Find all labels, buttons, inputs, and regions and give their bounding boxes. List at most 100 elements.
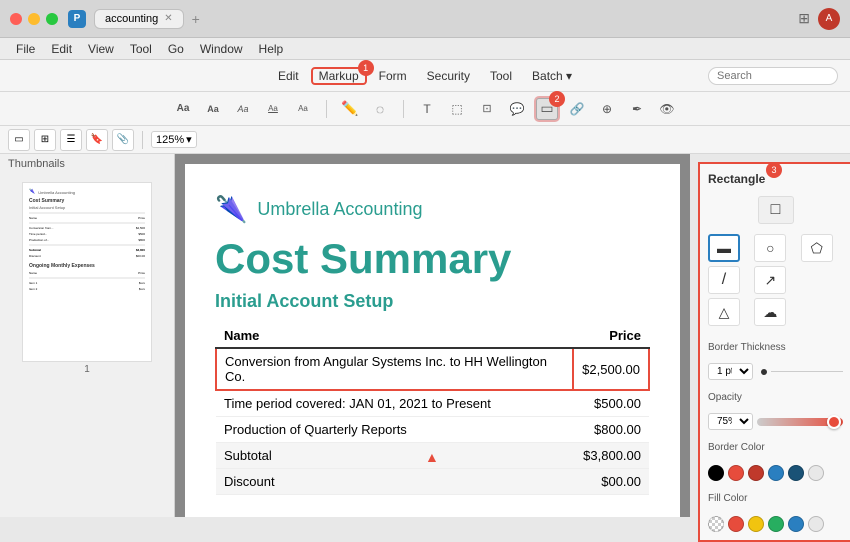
menu-security-btn[interactable]: Security	[419, 67, 478, 85]
icon-toolbar: Aa Aa Aa Aa Aa ✏️ ◌ T ⬚ ⊡ 💬 ▭ 2 🔗 ⊕ ✒ 👁	[0, 92, 850, 126]
border-color-red2[interactable]	[748, 465, 764, 481]
discount-value: $00.00	[573, 469, 649, 495]
menu-view[interactable]: View	[80, 40, 122, 58]
discount-row: Discount $00.00	[216, 469, 649, 495]
font-aa-5[interactable]: Aa	[292, 98, 314, 120]
shape-empty-rect[interactable]: □	[758, 196, 794, 224]
minimize-button[interactable]	[28, 13, 40, 25]
font-aa-2[interactable]: Aa	[202, 98, 224, 120]
sign-icon[interactable]: ✒	[626, 98, 648, 120]
menu-tool[interactable]: Tool	[122, 40, 160, 58]
markup-badge: 1	[358, 60, 374, 76]
fill-color-transparent[interactable]	[708, 516, 724, 532]
menu-file[interactable]: File	[8, 40, 43, 58]
border-color-red1[interactable]	[728, 465, 744, 481]
menu-go[interactable]: Go	[160, 40, 192, 58]
view-thumbnail-btn[interactable]: ☰	[60, 129, 82, 151]
opacity-slider[interactable]	[757, 418, 843, 426]
shape-arrow[interactable]: ↗	[754, 266, 786, 294]
shape-cloud[interactable]: ☁	[754, 298, 786, 326]
avatar[interactable]: A	[818, 8, 840, 30]
stamp-icon[interactable]: ⊕	[596, 98, 618, 120]
border-color-light[interactable]	[808, 465, 824, 481]
menu-window[interactable]: Window	[192, 40, 251, 58]
comment-icon[interactable]: 💬	[506, 98, 528, 120]
eye-icon[interactable]: 👁	[656, 98, 678, 120]
thickness-row: 1 pt 2 pt 3 pt	[708, 363, 843, 380]
fill-color-yellow[interactable]	[748, 516, 764, 532]
fill-color-label: Fill Color	[708, 493, 843, 504]
shape-line[interactable]: /	[708, 266, 740, 294]
discount-label: Discount	[216, 469, 573, 495]
menu-edit-btn[interactable]: Edit	[270, 67, 307, 85]
pdf-company: Umbrella Accounting	[257, 199, 422, 220]
row-2-price: $500.00	[573, 390, 649, 417]
table-row: Production of Quarterly Reports $800.00	[216, 417, 649, 443]
fill-color-light[interactable]	[808, 516, 824, 532]
row-3-name: Production of Quarterly Reports	[216, 417, 573, 443]
search-input[interactable]	[708, 67, 838, 85]
right-panel-wrapper: Rectangle 3 □ ▬ ○ ⬠ / ↗ △ ☁ Border Thick…	[690, 154, 850, 517]
maximize-button[interactable]	[46, 13, 58, 25]
sidebar: Thumbnails 🌂 Umbrella Accounting Cost Su…	[0, 154, 175, 517]
separator-2	[403, 100, 404, 118]
subtotal-value: $3,800.00	[573, 443, 649, 469]
font-aa-1[interactable]: Aa	[172, 98, 194, 120]
view-double-btn[interactable]: ⊞	[34, 129, 56, 151]
thickness-select[interactable]: 1 pt 2 pt 3 pt	[708, 363, 753, 380]
border-thickness-label: Border Thickness	[708, 342, 843, 353]
table-row: Conversion from Angular Systems Inc. to …	[216, 348, 649, 390]
text-box-2-icon[interactable]: ⊡	[476, 98, 498, 120]
new-tab-button[interactable]: +	[192, 11, 200, 27]
menu-batch-btn[interactable]: Batch ▾	[524, 67, 580, 85]
fill-color-red[interactable]	[728, 516, 744, 532]
menu-help[interactable]: Help	[251, 40, 292, 58]
triangle-marker: ▲	[425, 449, 439, 465]
panel-badge: 3	[766, 162, 782, 178]
rectangle-badge: 2	[549, 91, 565, 107]
shape-grid: ▬ ○ ⬠ / ↗ △ ☁	[708, 234, 843, 326]
grid-icon[interactable]: ⊞	[798, 10, 810, 27]
border-color-row	[708, 465, 843, 481]
active-tab[interactable]: accounting ✕	[94, 9, 184, 29]
border-color-blue1[interactable]	[768, 465, 784, 481]
text-icon[interactable]: T	[416, 98, 438, 120]
text-box-1-icon[interactable]: ⬚	[446, 98, 468, 120]
font-aa-4[interactable]: Aa	[262, 98, 284, 120]
search-area	[708, 67, 838, 85]
border-color-black[interactable]	[708, 465, 724, 481]
right-panel: Rectangle 3 □ ▬ ○ ⬠ / ↗ △ ☁ Border Thick…	[698, 162, 850, 542]
shape-rect-filled[interactable]: ▬	[708, 234, 740, 262]
shape-circle[interactable]: ○	[754, 234, 786, 262]
thumbnail-page-1[interactable]: 🌂 Umbrella Accounting Cost Summary Initi…	[22, 182, 152, 377]
link-icon[interactable]: 🔗	[566, 98, 588, 120]
eraser-icon[interactable]: ◌	[369, 98, 391, 120]
view-attach-btn[interactable]: 📎	[112, 129, 134, 151]
zoom-selector[interactable]: 125% ▾	[151, 131, 197, 148]
pencil-icon[interactable]: ✏️	[339, 98, 361, 120]
font-aa-3[interactable]: Aa	[232, 98, 254, 120]
shape-pentagon[interactable]: ⬠	[801, 234, 833, 262]
app-icon: P	[68, 10, 86, 28]
tab-close-icon[interactable]: ✕	[164, 13, 172, 24]
fill-color-green[interactable]	[768, 516, 784, 532]
panel-title: Rectangle	[708, 172, 765, 186]
thickness-dot	[761, 369, 767, 375]
traffic-lights	[10, 13, 58, 25]
close-button[interactable]	[10, 13, 22, 25]
border-color-label: Border Color	[708, 442, 843, 453]
opacity-select[interactable]: 75% 100% 50% 25%	[708, 413, 753, 430]
shape-triangle[interactable]: △	[708, 298, 740, 326]
view-single-btn[interactable]: ▭	[8, 129, 30, 151]
pdf-header: 🌂 Umbrella Accounting	[215, 194, 650, 225]
border-color-blue2[interactable]	[788, 465, 804, 481]
panel-title-container: Rectangle 3	[708, 172, 843, 186]
menu-edit[interactable]: Edit	[43, 40, 80, 58]
thumbnail-content: 🌂 Umbrella Accounting Cost Summary Initi…	[22, 182, 152, 362]
view-toolbar: ▭ ⊞ ☰ 🔖 📎 125% ▾	[0, 126, 850, 154]
fill-color-blue[interactable]	[788, 516, 804, 532]
view-bookmark-btn[interactable]: 🔖	[86, 129, 108, 151]
menu-form-btn[interactable]: Form	[371, 67, 415, 85]
table-header-name: Name	[216, 324, 573, 348]
menu-tool-btn[interactable]: Tool	[482, 67, 520, 85]
